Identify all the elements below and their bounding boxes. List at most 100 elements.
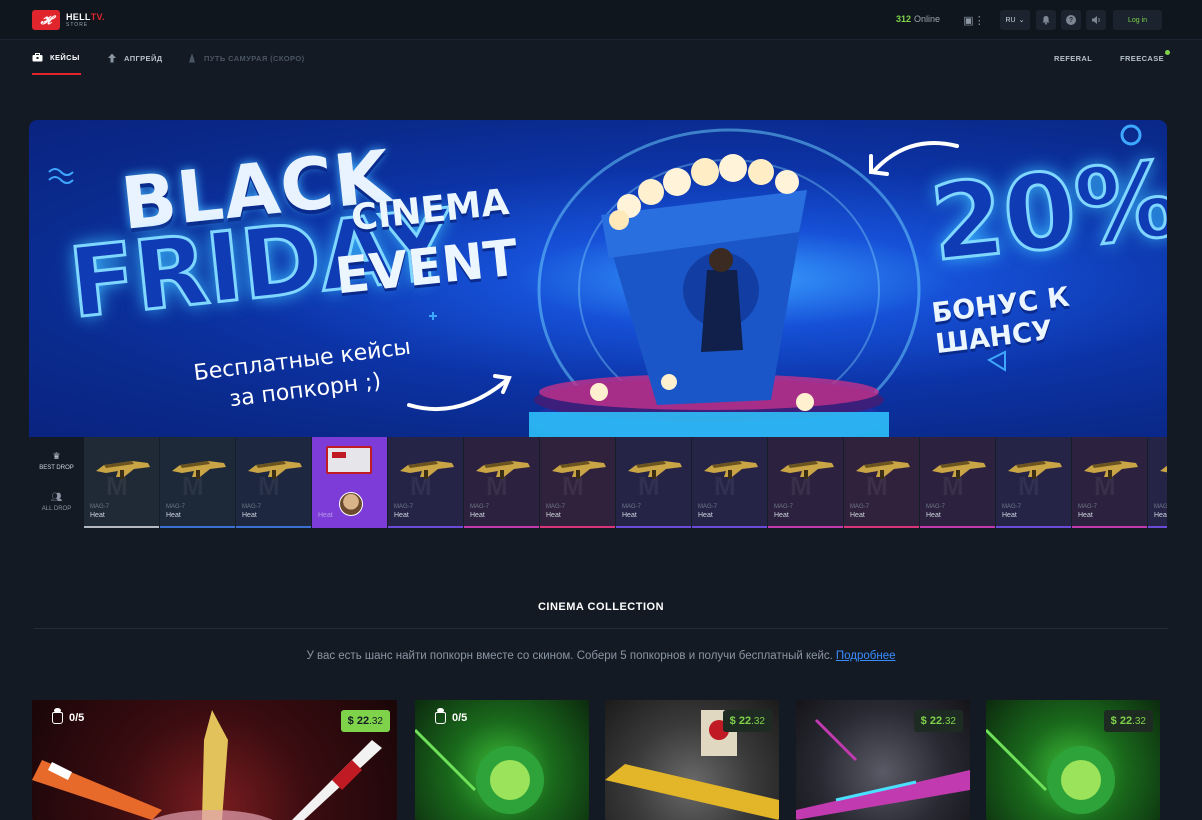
login-button[interactable]: Log in	[1113, 10, 1162, 30]
drop-skin: Heat	[318, 512, 333, 519]
nav-item-referal[interactable]: REFERAL	[1054, 41, 1092, 75]
upgrade-icon	[106, 53, 117, 63]
logo-subtitle: STORE	[66, 21, 89, 28]
price-cents: .32	[369, 715, 383, 727]
tab-all-drop[interactable]: 👥︎ ALL DROP	[29, 492, 84, 512]
drop-weapon: MAG-7	[394, 504, 414, 510]
sound-button[interactable]	[1086, 10, 1106, 30]
weapon-thumbnail	[172, 461, 226, 479]
collection-more-link[interactable]: Подробнее	[836, 650, 896, 662]
drop-skin: Heat	[1154, 512, 1167, 519]
drop-skin: Heat	[774, 512, 789, 519]
popcorn-icon	[435, 708, 446, 724]
crown-icon: ♛	[52, 451, 61, 461]
drop-skin: Heat	[1002, 512, 1017, 519]
weapon-thumbnail	[476, 461, 530, 479]
nav-item-freecase[interactable]: FREECASE	[1120, 41, 1171, 75]
weapon-thumbnail	[628, 461, 682, 479]
collection-divider	[34, 628, 1168, 629]
popcorn-count: 0/5	[452, 712, 468, 724]
drop-item[interactable]: MMAG-7Heat	[920, 437, 995, 528]
drop-skin: Heat	[90, 512, 105, 519]
drop-skin: Heat	[242, 512, 257, 519]
case-card[interactable]: 0/5	[415, 700, 589, 820]
weapon-thumbnail	[1084, 461, 1138, 479]
drop-item[interactable]: Heat	[312, 437, 387, 528]
case-icon	[32, 52, 43, 62]
chevron-down-icon: ⌄	[1018, 17, 1025, 24]
drop-item[interactable]: MMAG-7Heat	[236, 437, 311, 528]
drop-weapon: MAG-7	[1078, 504, 1098, 510]
site-logo[interactable]: 𝓗 HELLTV. STORE	[32, 10, 105, 30]
nav-item-upgrade[interactable]: АПГРЕЙД	[106, 41, 163, 75]
samurai-icon	[186, 53, 197, 63]
online-counter: 312 Online	[896, 14, 940, 24]
drop-item[interactable]: MMAG-7Heat	[540, 437, 615, 528]
nav-label-samurai: ПУТЬ САМУРАЯ (СКОРО)	[204, 53, 305, 63]
tab-best-drop-label: BEST DROP	[39, 465, 74, 471]
drop-skin: Heat	[546, 512, 561, 519]
drop-skin: Heat	[926, 512, 941, 519]
nav-label-freecase: FREECASE	[1120, 53, 1165, 63]
notifications-button[interactable]	[1036, 10, 1056, 30]
weapon-thumbnail	[400, 461, 454, 479]
user-avatar	[339, 492, 363, 516]
twitch-button[interactable]: ▣⋮	[962, 12, 986, 28]
drop-skin: Heat	[622, 512, 637, 519]
drop-skin: Heat	[1078, 512, 1093, 519]
case-price: $ 22.32	[722, 710, 772, 732]
drop-item[interactable]: MMAG-7Heat	[1148, 437, 1167, 528]
nav-item-cases[interactable]: КЕЙСЫ	[32, 41, 81, 75]
promo-banner[interactable]: BLACK FRIDAY CINEMA EVENT Бесплатные кей…	[29, 120, 1167, 437]
collection-description-text: У вас есть шанс найти попкорн вместе со …	[306, 650, 833, 662]
online-label: Online	[914, 14, 941, 24]
twitch-icon: ▣⋮	[963, 14, 985, 27]
case-thumbnail	[326, 446, 372, 474]
logo-title: HELLTV.	[66, 11, 105, 22]
weapon-thumbnail	[704, 461, 758, 479]
collection-description: У вас есть шанс найти попкорн вместе со …	[0, 650, 1202, 662]
drop-item[interactable]: MMAG-7Heat	[996, 437, 1071, 528]
price-cents: .32	[751, 715, 765, 727]
case-price: $ 22.32	[340, 710, 390, 732]
case-card[interactable]: 0/5 $ 22.32	[32, 700, 397, 820]
banner-bonus-percent: 20%	[924, 136, 1167, 286]
weapon-thumbnail	[96, 461, 150, 479]
language-select[interactable]: RU ⌄	[1000, 10, 1030, 30]
drop-filter-tabs: ♛ BEST DROP 👥︎ ALL DROP	[29, 437, 84, 528]
weapon-thumbnail	[1160, 465, 1167, 473]
nav-item-samurai[interactable]: ПУТЬ САМУРАЯ (СКОРО)	[186, 41, 304, 75]
drop-item[interactable]: MMAG-7Heat	[160, 437, 235, 528]
drop-item[interactable]: MMAG-7Heat	[692, 437, 767, 528]
drop-item[interactable]: MMAG-7Heat	[616, 437, 691, 528]
weapon-thumbnail	[248, 461, 302, 479]
case-card[interactable]: $ 22.32	[605, 700, 779, 820]
popcorn-count: 0/5	[69, 712, 85, 724]
drop-item[interactable]: MMAG-7Heat	[84, 437, 159, 528]
help-button[interactable]: ?	[1061, 10, 1081, 30]
new-indicator-dot	[1165, 50, 1171, 55]
drop-item[interactable]: MMAG-7Heat	[844, 437, 919, 528]
nav-label-cases: КЕЙСЫ	[50, 52, 80, 62]
drop-weapon: MAG-7	[546, 504, 566, 510]
drop-weapon: MAG-7	[698, 504, 718, 510]
price-cents: .32	[942, 715, 956, 727]
tab-best-drop[interactable]: ♛ BEST DROP	[29, 451, 84, 471]
drop-item[interactable]: MMAG-7Heat	[388, 437, 463, 528]
drop-weapon: MAG-7	[242, 504, 262, 510]
case-card[interactable]: $ 22.32	[986, 700, 1160, 820]
case-card[interactable]: $ 22.32	[796, 700, 970, 820]
users-icon: 👥︎	[50, 492, 63, 502]
price-main: $ 22	[1110, 715, 1133, 727]
weapon-thumbnail	[856, 461, 910, 479]
drop-skin: Heat	[698, 512, 713, 519]
drop-item[interactable]: MMAG-7Heat	[768, 437, 843, 528]
drop-weapon: MAG-7	[774, 504, 794, 510]
drop-item[interactable]: MMAG-7Heat	[464, 437, 539, 528]
price-cents: .32	[1132, 715, 1146, 727]
drop-weapon: MAG-7	[622, 504, 642, 510]
drop-weapon: MAG-7	[926, 504, 946, 510]
drop-item[interactable]: MMAG-7Heat	[1072, 437, 1147, 528]
price-main: $ 22	[729, 715, 752, 727]
nav-label-referal: REFERAL	[1054, 53, 1093, 63]
